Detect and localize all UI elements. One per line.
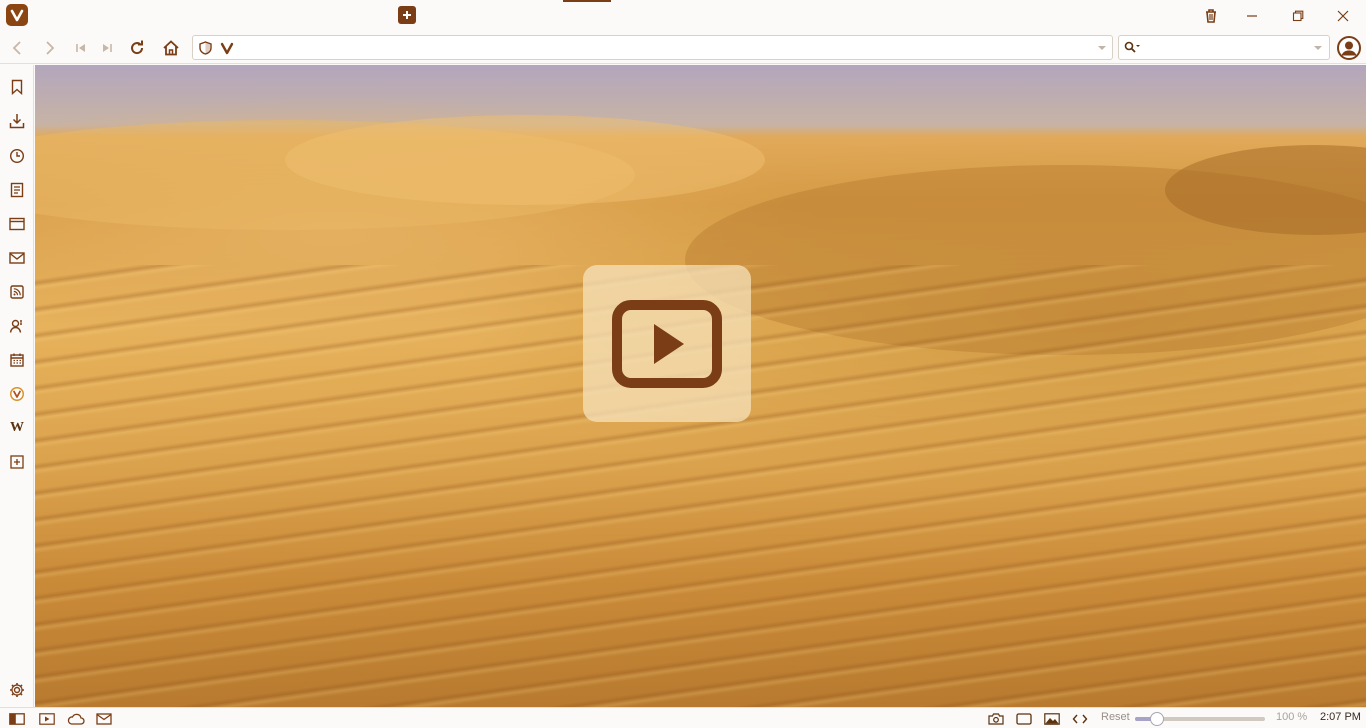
fast-forward-button[interactable]	[95, 36, 119, 60]
play-video-icon	[612, 299, 722, 388]
forward-icon	[43, 40, 57, 56]
home-button[interactable]	[159, 36, 183, 60]
profile-button[interactable]	[1336, 35, 1362, 61]
cloud-sync-icon	[67, 713, 85, 725]
fast-forward-icon	[101, 42, 113, 54]
sidebar-item-downloads[interactable]	[5, 109, 29, 133]
restore-button[interactable]	[1275, 0, 1321, 31]
reload-icon	[128, 39, 146, 57]
title-bar	[0, 0, 1366, 31]
reload-button[interactable]	[125, 36, 149, 60]
clock: 2:07 PM	[1320, 711, 1361, 723]
media-button[interactable]	[38, 710, 56, 727]
forward-button[interactable]	[38, 36, 62, 60]
panel-toggle-icon	[9, 712, 25, 725]
address-bar[interactable]	[192, 35, 1113, 60]
contacts-icon	[9, 318, 25, 334]
capture-button[interactable]	[987, 710, 1005, 727]
add-panel-icon	[10, 455, 24, 469]
media-icon	[39, 712, 55, 725]
history-icon	[9, 148, 25, 164]
zoom-reset-button[interactable]: Reset	[1101, 711, 1130, 723]
status-bar: Reset 100 % 2:07 PM	[0, 707, 1366, 728]
shield-icon[interactable]	[199, 41, 212, 55]
avatar-icon	[1337, 36, 1361, 60]
bookmark-icon	[10, 79, 24, 95]
code-icon	[1072, 713, 1088, 725]
page-actions-button[interactable]	[1071, 710, 1089, 727]
feed-icon	[10, 285, 24, 299]
back-button[interactable]	[5, 36, 29, 60]
back-icon	[10, 40, 24, 56]
address-input[interactable]	[239, 36, 1079, 59]
window-icon	[9, 217, 25, 231]
plus-icon	[401, 9, 413, 21]
new-tab-button[interactable]	[398, 6, 416, 24]
sidebar-item-contacts[interactable]	[5, 314, 29, 338]
vivaldi-logo-icon[interactable]	[6, 4, 28, 26]
settings-button[interactable]	[5, 678, 29, 702]
calendar-icon	[10, 353, 24, 367]
close-icon	[1337, 10, 1349, 22]
mail-status-button[interactable]	[95, 710, 113, 727]
image-icon	[1044, 712, 1060, 725]
rewind-icon	[75, 42, 87, 54]
side-panel: W	[0, 65, 34, 707]
wikipedia-icon: W	[10, 420, 24, 435]
sidebar-item-calendar[interactable]	[5, 348, 29, 372]
sidebar-item-mail[interactable]	[5, 246, 29, 270]
images-button[interactable]	[1043, 710, 1061, 727]
notes-icon	[10, 182, 24, 198]
restore-icon	[1292, 10, 1304, 22]
zoom-level: 100 %	[1276, 711, 1308, 723]
rewind-button[interactable]	[69, 36, 93, 60]
close-button[interactable]	[1320, 0, 1366, 31]
sidebar-item-notes[interactable]	[5, 178, 29, 202]
zoom-slider[interactable]	[1135, 712, 1265, 726]
cloud-sync-button[interactable]	[66, 710, 86, 727]
minimize-button[interactable]	[1229, 0, 1275, 31]
search-engine-chevron-icon[interactable]	[1313, 45, 1323, 51]
web-content[interactable]	[35, 65, 1366, 707]
minimize-icon	[1246, 10, 1258, 22]
panel-toggle-button[interactable]	[8, 710, 26, 727]
play-video-button[interactable]	[583, 265, 751, 422]
sidebar-item-feeds[interactable]	[5, 280, 29, 304]
camera-icon	[988, 712, 1004, 725]
chevron-down-icon[interactable]	[1097, 45, 1107, 51]
search-icon[interactable]	[1124, 41, 1140, 55]
sidebar-item-add-panel[interactable]	[5, 450, 29, 474]
sidebar-item-vivaldi[interactable]	[5, 382, 29, 406]
sidebar-item-wikipedia[interactable]: W	[5, 416, 29, 440]
sidebar-item-history[interactable]	[5, 144, 29, 168]
active-tab-indicator[interactable]	[563, 0, 611, 2]
tiling-button[interactable]	[1015, 710, 1033, 727]
navigation-bar	[0, 31, 1366, 64]
mail-icon	[9, 252, 25, 264]
trash-button[interactable]	[1188, 0, 1234, 31]
gear-icon	[9, 682, 25, 698]
mail-status-icon	[96, 712, 112, 725]
zoom-slider-handle[interactable]	[1150, 712, 1164, 726]
sidebar-item-window[interactable]	[5, 212, 29, 236]
home-icon	[162, 39, 180, 57]
dune-shape	[285, 115, 765, 205]
download-icon	[9, 113, 25, 129]
search-bar[interactable]	[1118, 35, 1330, 60]
vivaldi-site-icon	[220, 41, 234, 55]
tiling-icon	[1016, 712, 1032, 725]
trash-icon	[1203, 8, 1219, 24]
sidebar-item-bookmarks[interactable]	[5, 75, 29, 99]
search-input[interactable]	[1145, 36, 1305, 59]
vivaldi-icon	[9, 386, 25, 402]
